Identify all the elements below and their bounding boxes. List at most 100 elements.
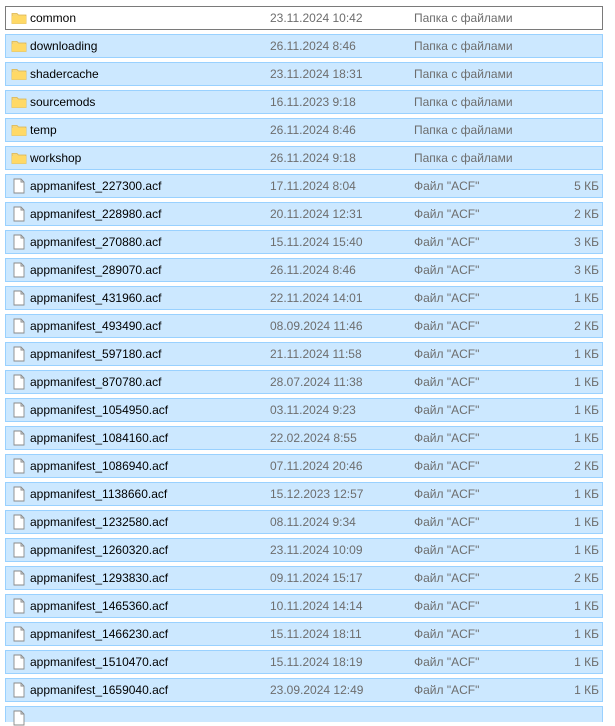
list-item-file[interactable]: appmanifest_1510470.acf 15.11.2024 18:19…: [5, 650, 603, 674]
file-name: appmanifest_1659040.acf: [30, 683, 169, 697]
file-name: appmanifest_1510470.acf: [30, 655, 169, 669]
file-list[interactable]: common 23.11.2024 10:42 Папка с файлами …: [0, 0, 615, 726]
list-item-file[interactable]: appmanifest_1138660.acf 15.12.2023 12:57…: [5, 482, 603, 506]
list-item-file[interactable]: appmanifest_1293830.acf 09.11.2024 15:17…: [5, 566, 603, 590]
file-type: Файл "ACF": [414, 319, 480, 333]
date-modified: 15.12.2023 12:57: [270, 487, 364, 501]
file-icon: [13, 262, 25, 278]
file-icon: [13, 598, 25, 614]
date-modified: 23.09.2024 12:49: [270, 683, 364, 697]
list-item-file[interactable]: appmanifest_597180.acf 21.11.2024 11:58 …: [5, 342, 603, 366]
list-item-file[interactable]: appmanifest_493490.acf 08.09.2024 11:46 …: [5, 314, 603, 338]
file-icon: [13, 514, 25, 530]
file-name: temp: [30, 123, 57, 137]
file-name: shadercache: [30, 67, 99, 81]
list-item-file[interactable]: appmanifest_1260320.acf 23.11.2024 10:09…: [5, 538, 603, 562]
date-modified: 26.11.2024 8:46: [270, 263, 356, 277]
list-item-file[interactable]: appmanifest_289070.acf 26.11.2024 8:46 Ф…: [5, 258, 603, 282]
list-item-file[interactable]: appmanifest_1232580.acf 08.11.2024 9:34 …: [5, 510, 603, 534]
file-type: Папка с файлами: [414, 95, 513, 109]
date-modified: 26.11.2024 8:46: [270, 39, 356, 53]
list-item-folder[interactable]: shadercache 23.11.2024 18:31 Папка с фай…: [5, 62, 603, 86]
list-item-file[interactable]: appmanifest_1465360.acf 10.11.2024 14:14…: [5, 594, 603, 618]
list-item-folder[interactable]: downloading 26.11.2024 8:46 Папка с файл…: [5, 34, 603, 58]
file-name: appmanifest_493490.acf: [30, 319, 162, 333]
folder-icon: [11, 13, 27, 24]
file-type: Файл "ACF": [414, 487, 480, 501]
list-item-file[interactable]: appmanifest_228980.acf 20.11.2024 12:31 …: [5, 202, 603, 226]
file-icon: [13, 318, 25, 334]
date-modified: 08.09.2024 11:46: [270, 319, 363, 333]
list-item-file[interactable]: appmanifest_1054950.acf 03.11.2024 9:23 …: [5, 398, 603, 422]
file-type: Папка с файлами: [414, 67, 513, 81]
file-name: appmanifest_227300.acf: [30, 179, 162, 193]
list-item-file[interactable]: appmanifest_1659040.acf 23.09.2024 12:49…: [5, 678, 603, 702]
file-icon: [13, 206, 25, 222]
date-modified: 16.11.2023 9:18: [270, 95, 356, 109]
file-type: Файл "ACF": [414, 543, 480, 557]
file-size: 1 КБ: [574, 627, 599, 641]
date-modified: 26.11.2024 9:18: [270, 151, 356, 165]
file-size: 2 КБ: [574, 319, 599, 333]
file-name: sourcemods: [30, 95, 96, 109]
date-modified: 23.11.2024 10:09: [270, 543, 363, 557]
file-size: 2 КБ: [574, 207, 599, 221]
list-item-file[interactable]: appmanifest_1466230.acf 15.11.2024 18:11…: [5, 622, 603, 646]
file-name: appmanifest_289070.acf: [30, 263, 162, 277]
file-size: 1 КБ: [574, 655, 599, 669]
file-type: Файл "ACF": [414, 655, 480, 669]
file-name: appmanifest_1466230.acf: [30, 627, 169, 641]
list-item-folder[interactable]: common 23.11.2024 10:42 Папка с файлами: [5, 6, 603, 30]
file-size: 1 КБ: [574, 403, 599, 417]
file-icon: [13, 458, 25, 474]
file-type: Файл "ACF": [414, 347, 480, 361]
file-size: 1 КБ: [574, 543, 599, 557]
file-name: appmanifest_597180.acf: [30, 347, 162, 361]
file-name: common: [30, 11, 77, 25]
list-item-folder[interactable]: temp 26.11.2024 8:46 Папка с файлами: [5, 118, 603, 142]
date-modified: 20.11.2024 12:31: [270, 207, 363, 221]
date-modified: 28.07.2024 11:38: [270, 375, 363, 389]
list-item-file[interactable]: appmanifest_227300.acf 17.11.2024 8:04 Ф…: [5, 174, 603, 198]
file-name: workshop: [30, 151, 82, 165]
file-name: appmanifest_270880.acf: [30, 235, 162, 249]
file-icon: [13, 290, 25, 306]
file-type: Файл "ACF": [414, 459, 480, 473]
date-modified: 23.11.2024 10:42: [270, 11, 363, 25]
list-item-file[interactable]: appmanifest_270880.acf 15.11.2024 15:40 …: [5, 230, 603, 254]
file-size: 2 КБ: [574, 459, 599, 473]
file-icon: [13, 570, 25, 586]
date-modified: 08.11.2024 9:34: [270, 515, 356, 529]
list-item-file[interactable]: appmanifest_870780.acf 28.07.2024 11:38 …: [5, 370, 603, 394]
folder-icon: [11, 41, 27, 52]
folder-icon: [11, 125, 27, 136]
list-item-file[interactable]: appmanifest_1086940.acf 07.11.2024 20:46…: [5, 454, 603, 478]
list-item-folder[interactable]: workshop 26.11.2024 9:18 Папка с файлами: [5, 146, 603, 170]
file-icon: [13, 402, 25, 418]
file-icon: [13, 178, 25, 194]
file-name: appmanifest_1086940.acf: [30, 459, 169, 473]
file-icon: [13, 234, 25, 250]
date-modified: 07.11.2024 20:46: [270, 459, 363, 473]
file-type: Папка с файлами: [414, 123, 513, 137]
file-icon: [13, 710, 25, 726]
file-size: 2 КБ: [574, 571, 599, 585]
list-item-partial[interactable]: [5, 706, 603, 726]
date-modified: 17.11.2024 8:04: [270, 179, 356, 193]
file-size: 1 КБ: [574, 431, 599, 445]
file-size: 1 КБ: [574, 291, 599, 305]
date-modified: 22.02.2024 8:55: [270, 431, 357, 445]
date-modified: 10.11.2024 14:14: [270, 599, 363, 613]
file-type: Папка с файлами: [414, 11, 513, 25]
file-name: appmanifest_1293830.acf: [30, 571, 169, 585]
file-type: Файл "ACF": [414, 235, 480, 249]
list-item-file[interactable]: appmanifest_1084160.acf 22.02.2024 8:55 …: [5, 426, 603, 450]
file-size: 1 КБ: [574, 375, 599, 389]
list-item-folder[interactable]: sourcemods 16.11.2023 9:18 Папка с файла…: [5, 90, 603, 114]
file-type: Файл "ACF": [414, 431, 480, 445]
file-type: Папка с файлами: [414, 151, 513, 165]
file-size: 1 КБ: [574, 347, 599, 361]
file-name: appmanifest_1232580.acf: [30, 515, 169, 529]
list-item-file[interactable]: appmanifest_431960.acf 22.11.2024 14:01 …: [5, 286, 603, 310]
date-modified: 26.11.2024 8:46: [270, 123, 356, 137]
